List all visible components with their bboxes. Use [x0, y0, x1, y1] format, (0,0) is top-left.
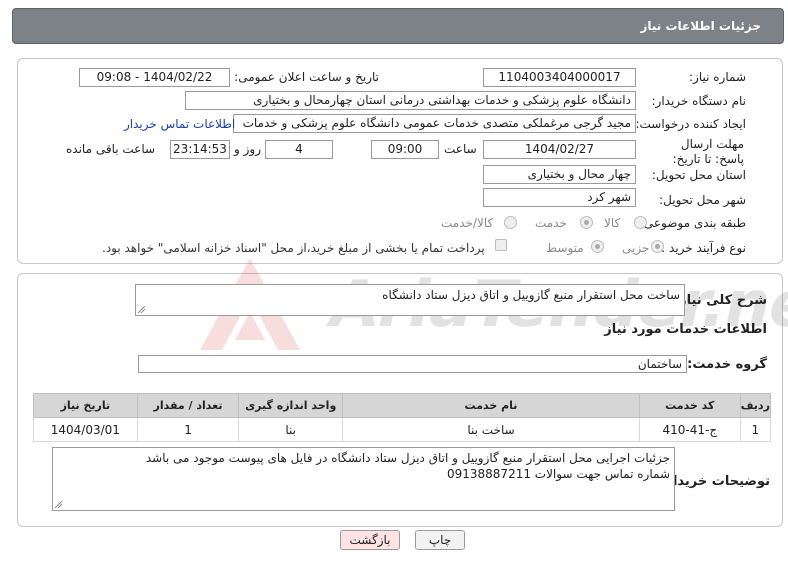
resize-handle-icon[interactable] — [138, 306, 145, 313]
remaining-time-label: ساعت باقی مانده — [66, 142, 156, 156]
category-option-goods: کالا — [604, 216, 621, 230]
cell-row: 1 — [739, 417, 772, 442]
buyer-contact-link[interactable]: اطلاعات تماس خریدار — [124, 117, 235, 131]
province-label: استان محل تحویل: — [651, 168, 746, 182]
col-row: ردیف — [739, 393, 772, 418]
announce-datetime-field: 1404/02/22 - 09:08 — [79, 68, 230, 87]
announce-datetime-label: تاریخ و ساعت اعلان عمومی: — [234, 70, 379, 84]
col-qty: تعداد / مقدار — [136, 393, 240, 418]
remaining-time-field: 23:14:53 — [170, 140, 230, 159]
col-name: نام خدمت — [342, 393, 640, 418]
need-number-field: 1104003404000017 — [483, 68, 636, 87]
process-radio-medium[interactable] — [591, 240, 604, 253]
treasury-payment-note: پرداخت تمام یا بخشی از مبلغ خرید،از محل … — [102, 241, 485, 255]
col-date: تاریخ نیاز — [33, 393, 138, 418]
services-section-title: اطلاعات خدمات مورد نیاز — [604, 322, 767, 337]
col-unit: واحد اندازه گیری — [238, 393, 344, 418]
page-title: جزئیات اطلاعات نیاز — [640, 19, 761, 33]
page-title-bar: جزئیات اطلاعات نیاز — [12, 8, 784, 44]
cell-qty: 1 — [136, 417, 240, 442]
buyer-org-field: دانشگاه علوم پزشکی و خدمات بهداشتی درمان… — [185, 91, 636, 110]
col-code: کد خدمت — [638, 393, 741, 418]
description-field: ساخت محل استقرار منبع گازوییل و اتاق دیز… — [135, 284, 685, 316]
remaining-days-field: 4 — [265, 140, 333, 159]
resize-handle-icon[interactable] — [55, 501, 62, 508]
buyer-notes-label: توضیحات خریدار: — [660, 474, 770, 489]
process-option-minor: جزیی — [622, 241, 650, 255]
category-option-goods-service: کالا/خدمت — [441, 216, 494, 230]
table-row: 1 ج-41-410 ساخت بنا بنا 1 1404/03/01 — [33, 417, 772, 442]
city-label: شهر محل تحویل: — [659, 193, 746, 207]
services-table: ردیف کد خدمت نام خدمت واحد اندازه گیری ت… — [33, 393, 772, 442]
cell-unit: بنا — [238, 417, 344, 442]
cell-name: ساخت بنا — [342, 417, 640, 442]
cell-date: 1404/03/01 — [33, 417, 138, 442]
service-group-label: گروه خدمت: — [687, 357, 767, 372]
deadline-label: مهلت ارسال پاسخ: تا تاریخ: — [654, 137, 744, 167]
cell-code: ج-41-410 — [638, 417, 741, 442]
treasury-payment-checkbox[interactable] — [495, 239, 507, 251]
requester-label: ایجاد کننده درخواست: — [635, 117, 746, 131]
city-field: شهر کرد — [483, 188, 636, 207]
buyer-org-label: نام دستگاه خریدار: — [651, 94, 747, 108]
description-text: ساخت محل استقرار منبع گازوییل و اتاق دیز… — [382, 288, 680, 302]
service-group-field: ساختمان — [138, 355, 687, 373]
deadline-date-field: 1404/02/27 — [483, 140, 636, 159]
buyer-notes-line-2: شماره تماس جهت سوالات 09138887211 — [446, 467, 670, 481]
process-radio-minor[interactable] — [651, 240, 664, 253]
days-label: روز و — [234, 142, 261, 156]
buyer-notes-line-1: جزئیات اجرایی محل استقرار منبع گازوییل و… — [145, 451, 670, 465]
need-number-label: شماره نیاز: — [689, 70, 746, 84]
back-button[interactable]: بازگشت — [340, 530, 400, 550]
deadline-label-text: مهلت ارسال پاسخ: تا تاریخ: — [672, 137, 744, 166]
buyer-notes-field: جزئیات اجرایی محل استقرار منبع گازوییل و… — [52, 447, 675, 511]
province-field: چهار محال و بختیاری — [483, 165, 636, 184]
category-option-service: خدمت — [535, 216, 567, 230]
category-radio-goods[interactable] — [634, 216, 647, 229]
services-table-header: ردیف کد خدمت نام خدمت واحد اندازه گیری ت… — [33, 393, 772, 418]
deadline-time-field: 09:00 — [371, 140, 439, 159]
deadline-time-label: ساعت — [444, 142, 477, 156]
description-label: شرح کلی نیاز: — [673, 293, 767, 308]
category-radio-goods-service[interactable] — [504, 216, 517, 229]
category-radio-service[interactable] — [580, 216, 593, 229]
print-button[interactable]: چاپ — [415, 530, 465, 550]
category-label: طبقه بندی موضوعی: — [639, 216, 746, 230]
requester-field: مجید گرجی مرغملکی متصدی خدمات عمومی دانش… — [233, 114, 636, 133]
process-option-medium: متوسط — [546, 241, 584, 255]
process-label: نوع فرآیند خرید : — [661, 241, 746, 255]
